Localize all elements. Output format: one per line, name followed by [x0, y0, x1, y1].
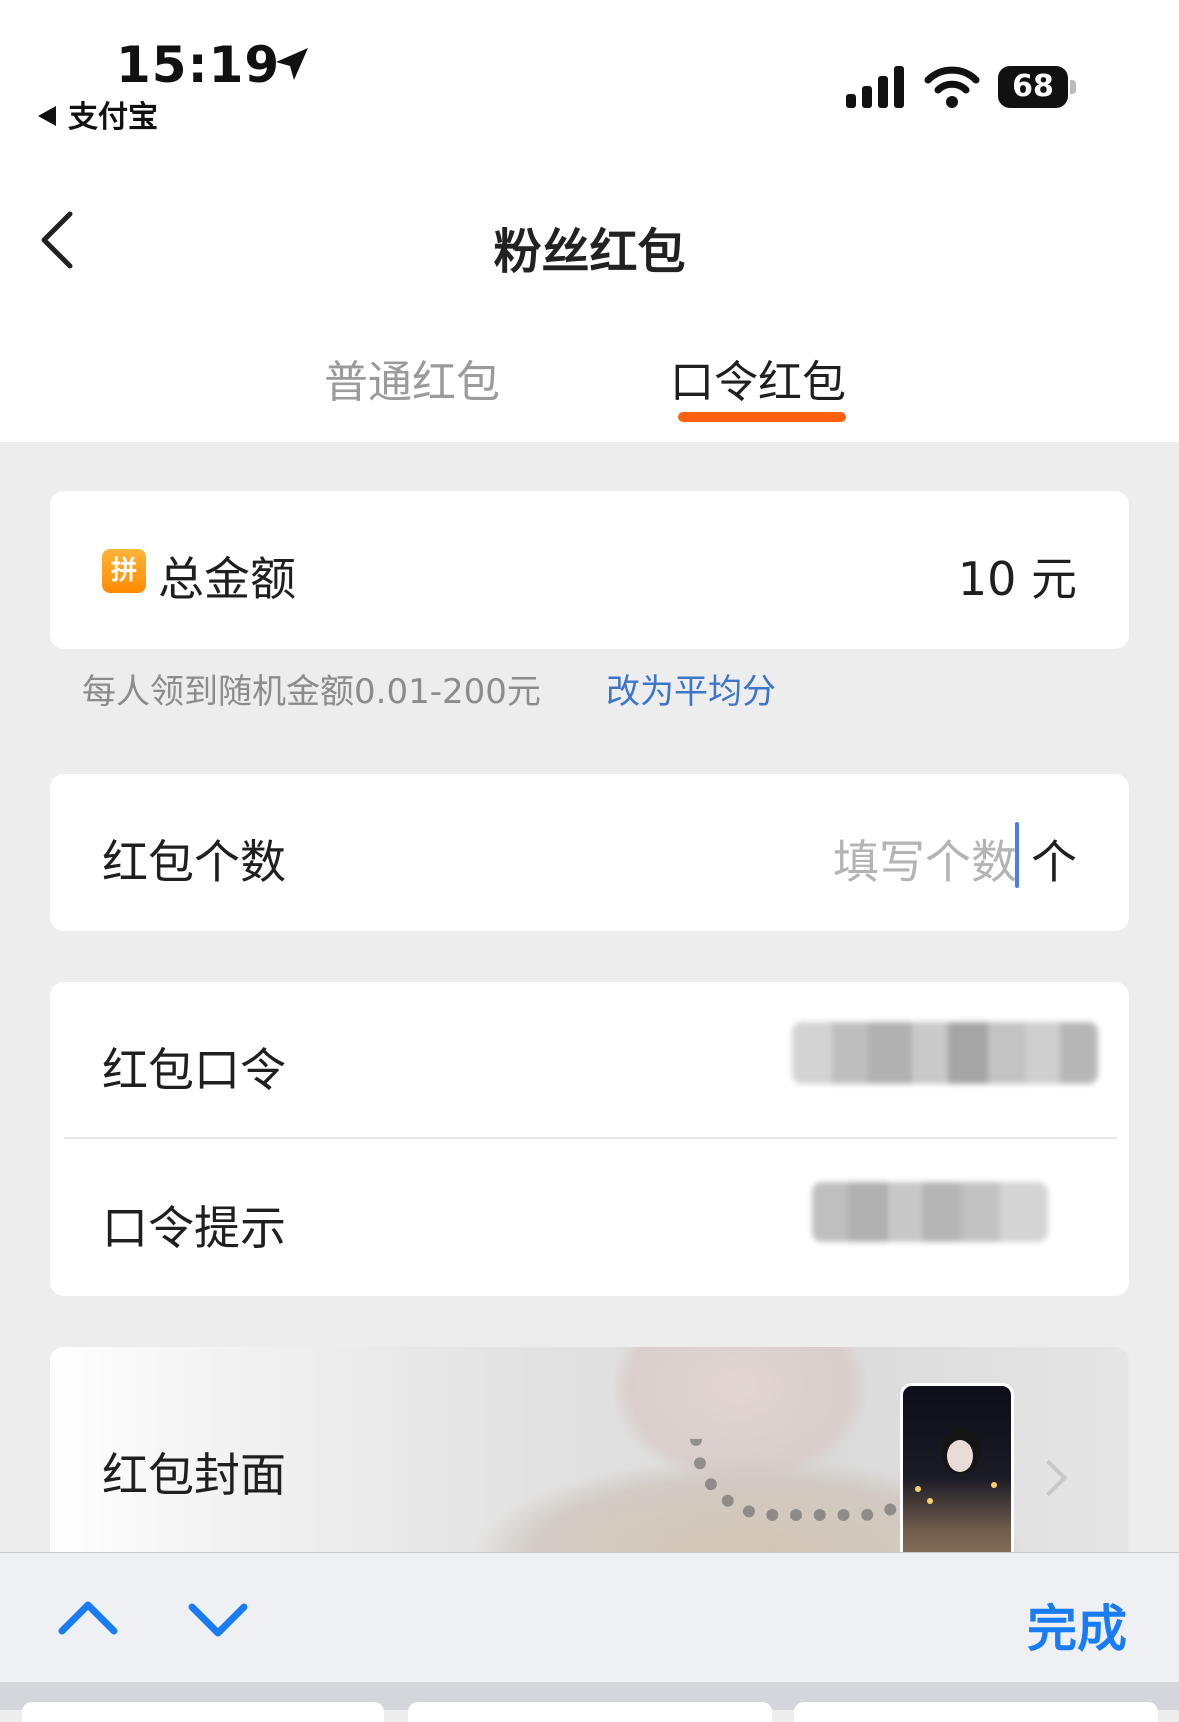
- password-card: 红包口令 口令提示: [50, 982, 1129, 1296]
- page-title: 粉丝红包: [493, 224, 686, 280]
- location-arrow-icon: [276, 48, 308, 80]
- thumb-light: [927, 1498, 933, 1504]
- tab-password-red-packet[interactable]: 口令红包: [670, 346, 846, 410]
- keyboard-key[interactable]: [408, 1702, 772, 1722]
- password-value-redacted[interactable]: [792, 1022, 1098, 1084]
- total-amount-value[interactable]: 10 元: [958, 543, 1077, 609]
- password-tip-label: 口令提示: [102, 1201, 286, 1255]
- count-label: 红包个数: [102, 835, 286, 889]
- back-to-app-link[interactable]: 支付宝: [38, 92, 158, 136]
- random-amount-hint: 每人领到随机金额0.01-200元: [82, 672, 541, 712]
- chevron-up-icon[interactable]: [58, 1589, 118, 1649]
- status-time: 15:19: [116, 36, 281, 94]
- thumb-face: [947, 1440, 973, 1472]
- battery-level: 68: [998, 66, 1068, 108]
- chevron-down-icon[interactable]: [188, 1589, 248, 1649]
- total-amount-label: 总金额: [158, 552, 296, 606]
- active-tab-indicator: [678, 412, 846, 422]
- thumb-light: [991, 1482, 997, 1488]
- total-amount-card[interactable]: 拼 总金额 10 元: [50, 491, 1129, 649]
- header: 15:19 支付宝 68 粉丝红包 普通红包 口令红包: [0, 0, 1179, 442]
- keyboard-key[interactable]: [794, 1702, 1158, 1722]
- battery-cap: [1070, 80, 1076, 94]
- keyboard-toolbar: 完成: [0, 1552, 1179, 1683]
- chevron-right-icon[interactable]: [1030, 1459, 1068, 1497]
- back-app-label: 支付宝: [68, 100, 158, 135]
- row-divider: [64, 1137, 1117, 1139]
- count-input[interactable]: 填写个数: [833, 826, 1017, 892]
- password-tip-value-redacted[interactable]: [812, 1182, 1048, 1242]
- battery-icon: 68: [998, 66, 1076, 108]
- count-card[interactable]: 红包个数 填写个数 个: [50, 774, 1129, 931]
- password-label: 红包口令: [102, 1043, 286, 1097]
- thumb-light: [915, 1486, 921, 1492]
- keyboard-top-edge: [0, 1682, 1179, 1722]
- wifi-icon: [924, 66, 980, 108]
- group-badge-icon: 拼: [102, 549, 146, 593]
- cover-label: 红包封面: [102, 1448, 286, 1502]
- signal-icon: [846, 66, 904, 108]
- switch-to-average-link[interactable]: 改为平均分: [606, 664, 776, 713]
- count-unit: 个: [1031, 835, 1077, 889]
- done-button[interactable]: 完成: [1027, 1589, 1127, 1661]
- keyboard-key[interactable]: [22, 1702, 384, 1722]
- text-caret: [1015, 822, 1019, 888]
- back-triangle-icon: [38, 105, 56, 126]
- tab-normal-red-packet[interactable]: 普通红包: [324, 346, 500, 410]
